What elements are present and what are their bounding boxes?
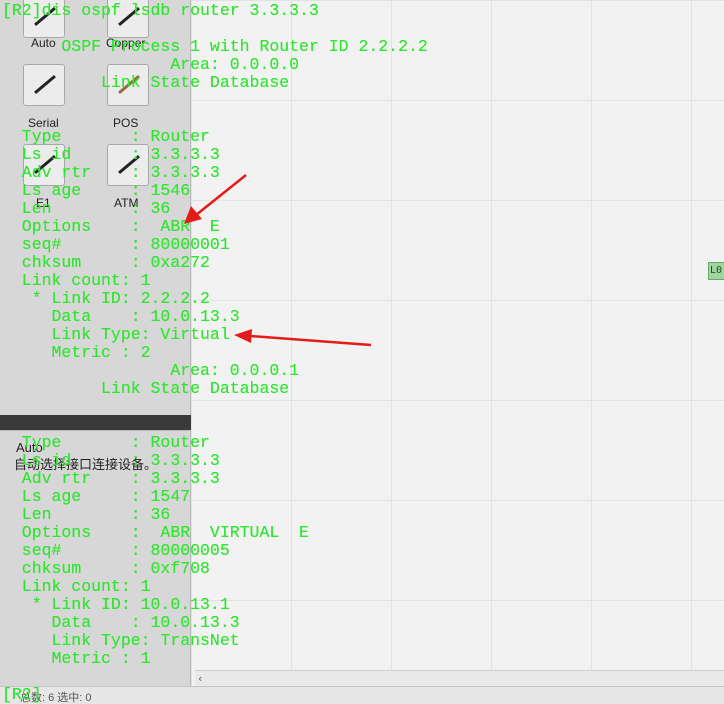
console-line: Ls age : 1546 xyxy=(2,181,191,200)
console-line: Data : 10.0.13.3 xyxy=(2,307,240,326)
cli-console[interactable]: [R2]dis ospf lsdb router 3.3.3.3 OSPF Pr… xyxy=(0,0,724,704)
console-line: Data : 10.0.13.3 xyxy=(2,613,240,632)
console-line: Adv rtr : 3.3.3.3 xyxy=(2,469,220,488)
console-line: chksum : 0xf708 xyxy=(2,559,210,578)
text-cursor xyxy=(42,688,43,703)
console-line: Options : ABR VIRTUAL E xyxy=(2,523,309,542)
console-line: Options : ABR E xyxy=(2,217,220,236)
console-line: Area: 0.0.0.0 xyxy=(2,55,300,74)
console-line: Adv rtr : 3.3.3.3 xyxy=(2,163,220,182)
console-line: Link count: 1 xyxy=(2,577,151,596)
console-line: OSPF Process 1 with Router ID 2.2.2.2 xyxy=(2,37,428,56)
console-line: Len : 36 xyxy=(2,199,171,218)
console-line: Len : 36 xyxy=(2,505,171,524)
console-line: Ls id : 3.3.3.3 xyxy=(2,145,220,164)
console-line: Metric : 2 xyxy=(2,343,151,362)
console-line: Link count: 1 xyxy=(2,271,151,290)
console-line: [R2]dis ospf lsdb router 3.3.3.3 xyxy=(2,1,319,20)
console-line: [R2] xyxy=(2,685,42,704)
console-line: Link State Database xyxy=(2,73,290,92)
console-line: Link Type: Virtual xyxy=(2,325,230,344)
console-line: Area: 0.0.0.1 xyxy=(2,361,300,380)
console-line: chksum : 0xa272 xyxy=(2,253,210,272)
console-line: seq# : 80000001 xyxy=(2,235,230,254)
console-line: * Link ID: 10.0.13.1 xyxy=(2,595,230,614)
console-line: Ls id : 3.3.3.3 xyxy=(2,451,220,470)
console-line: Type : Router xyxy=(2,433,210,452)
console-line: * Link ID: 2.2.2.2 xyxy=(2,289,210,308)
console-line: Link Type: TransNet xyxy=(2,631,240,650)
console-line: seq# : 80000005 xyxy=(2,541,230,560)
console-line: Type : Router xyxy=(2,127,210,146)
console-line: Link State Database xyxy=(2,379,290,398)
console-line: Ls age : 1547 xyxy=(2,487,191,506)
console-line: Metric : 1 xyxy=(2,649,151,668)
